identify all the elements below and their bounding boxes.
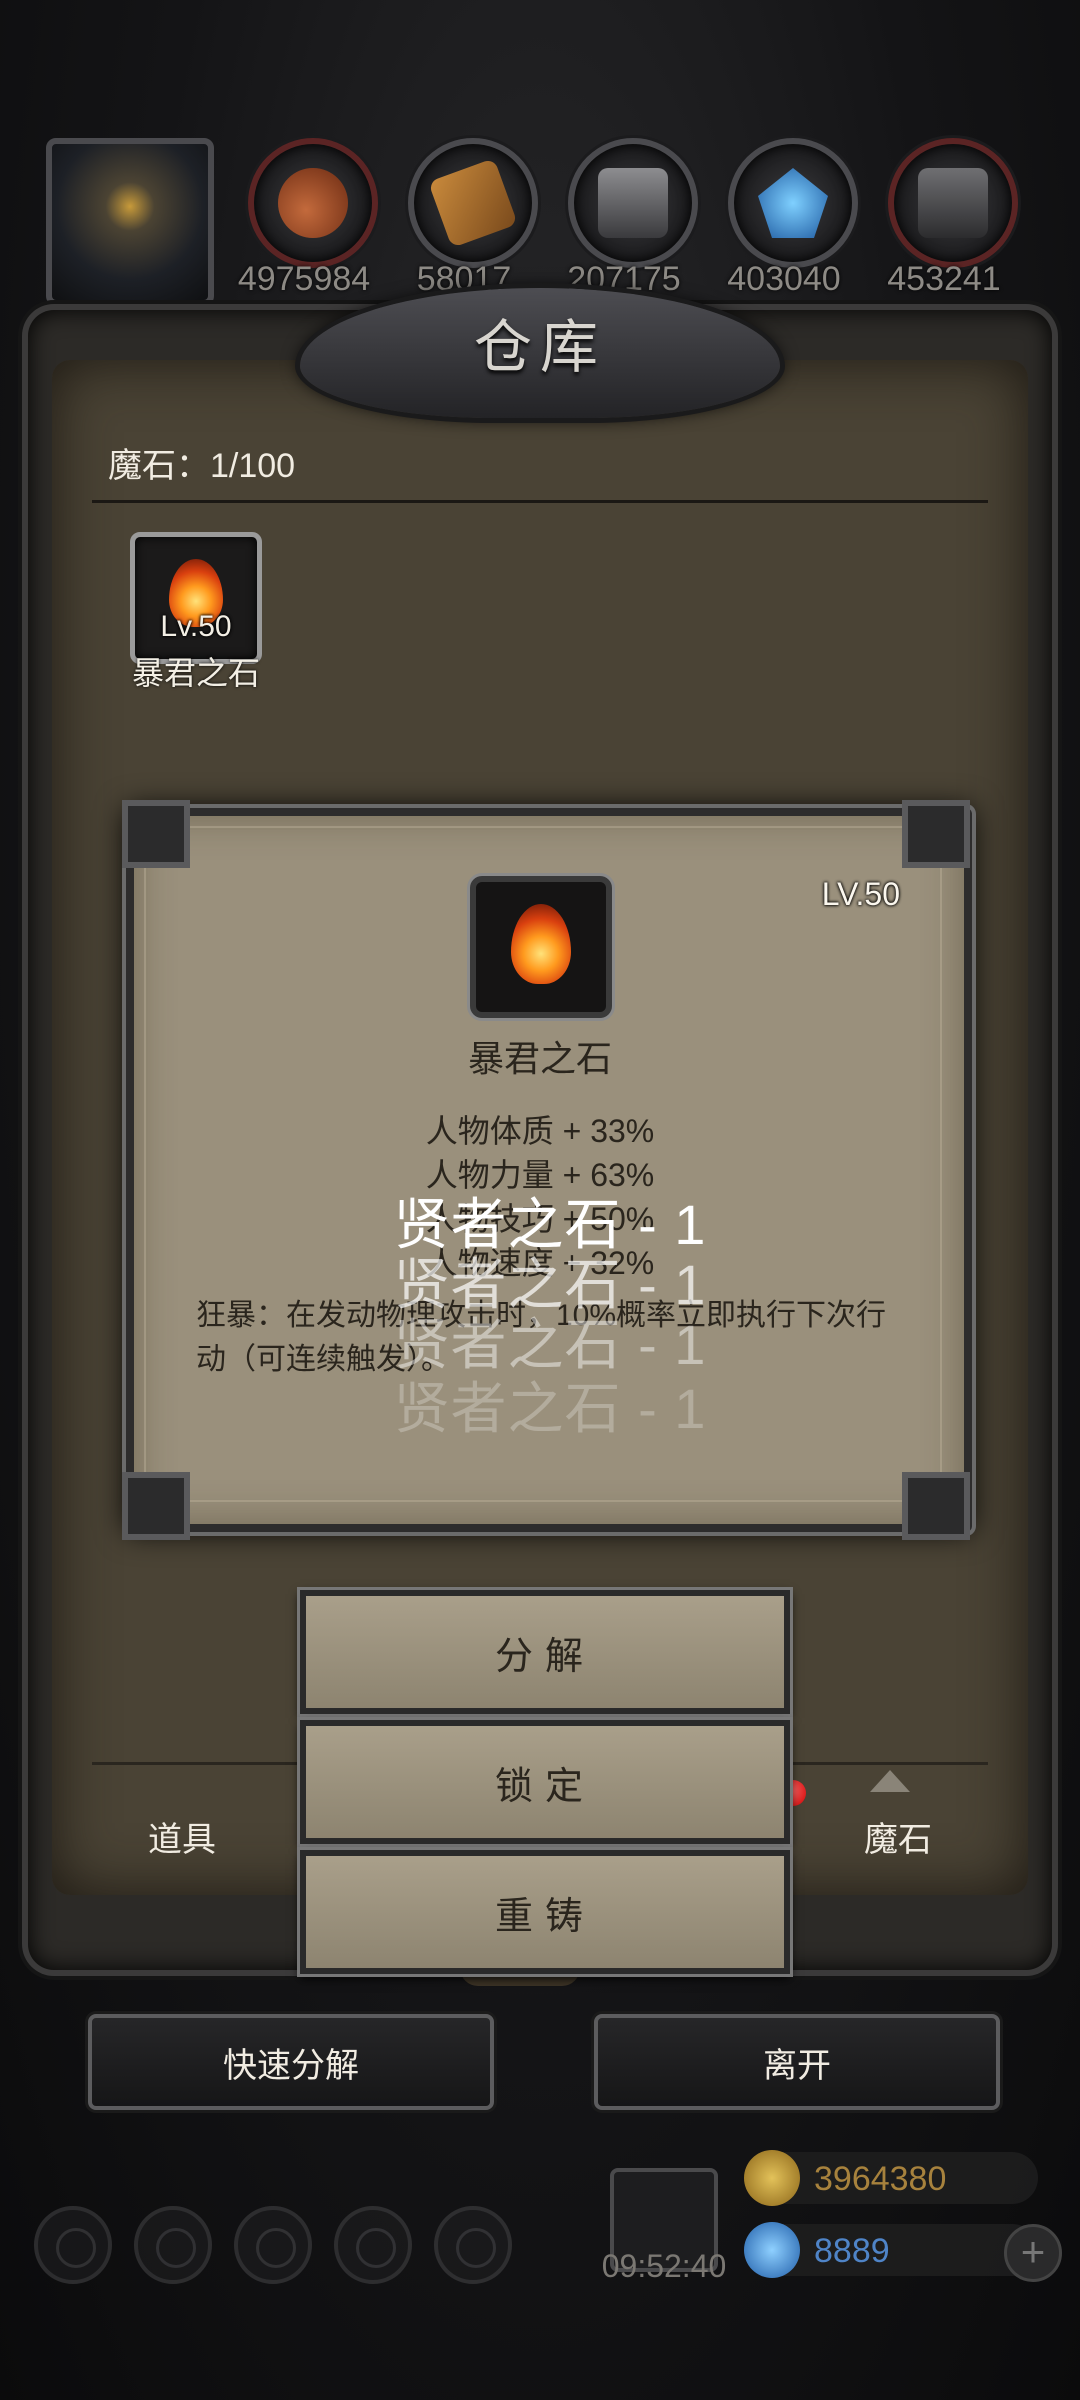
popup-corner-ornament: [902, 1472, 970, 1540]
detail-level: LV.50: [821, 876, 900, 912]
popup-corner-ornament: [902, 800, 970, 868]
quick-decompose-button[interactable]: 快速分解: [88, 2014, 494, 2110]
guild-icon[interactable]: [234, 2206, 312, 2284]
resource-value-crystal: 403040: [727, 260, 841, 298]
resource-value-meat: 4975984: [237, 260, 371, 298]
detail-item-name: 暴君之石: [467, 1038, 612, 1079]
reforge-button[interactable]: 重铸: [300, 1850, 790, 1974]
shop-icon[interactable]: [434, 2206, 512, 2284]
leave-button[interactable]: 离开: [594, 2014, 1000, 2110]
gem-amount: 8889: [814, 2232, 890, 2270]
stat-constitution: 人物体质 + 33%: [425, 1113, 655, 1149]
flame-stone-icon: [511, 904, 571, 984]
popup-corner-ornament: [122, 800, 190, 868]
divider: [92, 500, 988, 503]
resource-wood[interactable]: [408, 138, 538, 268]
wood-icon: [428, 158, 518, 248]
tab-magic-stone[interactable]: 魔石: [864, 1812, 932, 1861]
mail-icon[interactable]: [334, 2206, 412, 2284]
stat-skill: 人物技巧 + 50%: [425, 1201, 655, 1237]
add-gems-icon[interactable]: +: [1004, 2224, 1062, 2282]
gift-timer: 09:52:40: [601, 2248, 727, 2284]
decompose-button[interactable]: 分解: [300, 1590, 790, 1714]
resource-steel[interactable]: [888, 138, 1018, 268]
inventory-item-level: Lv.50: [160, 610, 232, 643]
detail-item-icon: [470, 876, 612, 1018]
resource-iron[interactable]: [568, 138, 698, 268]
gold-icon: [744, 2150, 800, 2206]
panel-title: 仓库: [473, 315, 606, 380]
scene-thumbnail[interactable]: [46, 138, 214, 306]
steel-icon: [918, 168, 988, 238]
tab-items[interactable]: 道具: [148, 1812, 216, 1861]
gem-icon: [744, 2222, 800, 2278]
meat-icon: [278, 168, 348, 238]
lock-button[interactable]: 锁定: [300, 1720, 790, 1844]
resource-meat[interactable]: [248, 138, 378, 268]
stat-speed: 人物速度 + 32%: [425, 1245, 655, 1281]
achievement-icon[interactable]: [134, 2206, 212, 2284]
stat-strength: 人物力量 + 63%: [425, 1157, 655, 1193]
crystal-icon: [758, 168, 828, 238]
inventory-item-slot[interactable]: [130, 532, 262, 664]
gold-amount: 3964380: [814, 2160, 947, 2198]
iron-icon: [598, 168, 668, 238]
settings-icon[interactable]: [34, 2206, 112, 2284]
resource-value-steel: 453241: [887, 260, 1001, 298]
resource-crystal[interactable]: [728, 138, 858, 268]
item-description: 狂暴：在发动物理攻击时，10%概率立即执行下次行动（可连续触发）。: [196, 1299, 887, 1376]
magic-stone-count: 魔石：1/100: [108, 447, 296, 485]
popup-corner-ornament: [122, 1472, 190, 1540]
inventory-item-name: 暴君之石: [131, 655, 260, 691]
